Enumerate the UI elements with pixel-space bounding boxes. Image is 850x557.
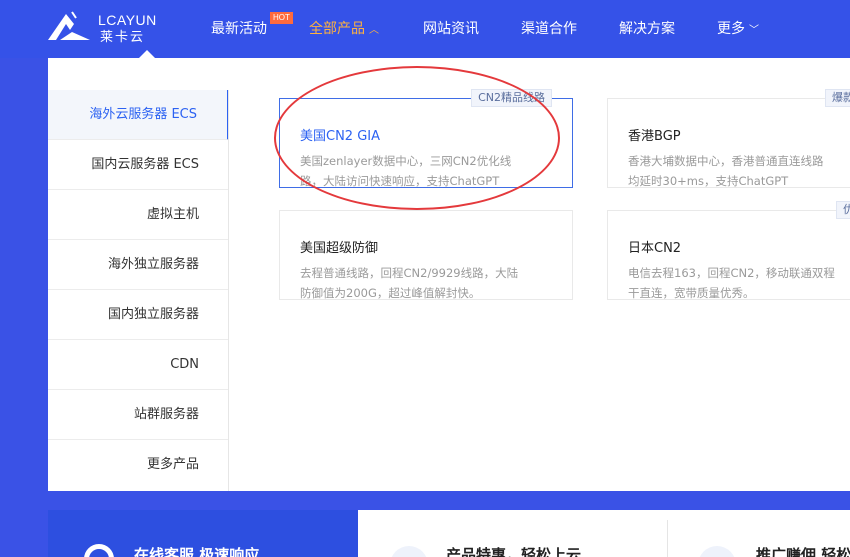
nav-all-products[interactable]: 全部产品 ︿	[309, 18, 379, 38]
card-desc-line-1: 美国zenlayer数据中心，三网CN2优化线	[300, 154, 512, 168]
site-logo[interactable]: LCAYUN 莱卡云	[46, 10, 161, 45]
product-card-us-super-defense[interactable]: 美国超级防御 去程普通线路，回程CN2/9929线路，大陆 防御值为200G，超…	[279, 210, 573, 300]
card-desc-line-1: 香港大埔数据中心，香港普通直连线路	[628, 154, 824, 168]
gift-icon	[390, 546, 428, 557]
online-service-card[interactable]: 在线客服 极速响应	[48, 510, 358, 557]
card-tag: CN2精品线路	[471, 89, 552, 107]
sidebar-item-cdn[interactable]: CDN	[48, 340, 229, 390]
card-desc-line-2: 防御值为200G，超过峰值解封快。	[300, 286, 481, 300]
card-desc-line-2: 干直连，宽带质量优秀。	[628, 286, 755, 300]
card-description: 香港大埔数据中心，香港普通直连线路 均延时30+ms，支持ChatGPT	[628, 151, 850, 191]
card-title: 香港BGP	[628, 129, 681, 144]
nav-more[interactable]: 更多 ﹀	[717, 18, 759, 38]
nav-channel-partner[interactable]: 渠道合作	[521, 18, 577, 38]
products-dropdown-panel: 海外云服务器 ECS 国内云服务器 ECS 虚拟主机 海外独立服务器 国内独立服…	[48, 58, 850, 491]
product-card-hk-bgp[interactable]: 爆款销 香港BGP 香港大埔数据中心，香港普通直连线路 均延时30+ms，支持C…	[607, 89, 850, 191]
sidebar-item-more-products[interactable]: 更多产品	[48, 440, 229, 490]
sidebar-item-virtual-host[interactable]: 虚拟主机	[48, 190, 229, 240]
sidebar-divider	[228, 90, 229, 491]
card-tag: 爆款销	[825, 89, 850, 107]
nav-solutions[interactable]: 解决方案	[619, 18, 675, 38]
nav-all-products-label: 全部产品	[309, 21, 365, 37]
card-description: 去程普通线路，回程CN2/9929线路，大陆 防御值为200G，超过峰值解封快。	[300, 263, 560, 303]
product-card-us-cn2-gia[interactable]: CN2精品线路 美国CN2 GIA 美国zenlayer数据中心，三网CN2优化…	[279, 89, 573, 191]
bottom-info-bar: 产品特惠，轻松上云 推广赚佣 轻松	[358, 510, 850, 557]
hot-badge: HOT	[270, 12, 293, 24]
promo-label[interactable]: 产品特惠，轻松上云	[446, 544, 581, 557]
nav-more-label: 更多	[717, 21, 745, 37]
chevron-down-icon: ﹀	[749, 25, 759, 36]
card-title: 日本CN2	[628, 241, 682, 256]
top-header: LCAYUN 莱卡云 最新活动 HOT 全部产品 ︿ 网站资讯 渠道合作 解决方案…	[0, 0, 850, 59]
card-description: 电信去程163，回程CN2，移动联通双程 干直连，宽带质量优秀。	[628, 263, 850, 303]
sidebar-item-domestic-ecs[interactable]: 国内云服务器 ECS	[48, 140, 229, 190]
product-category-sidebar: 海外云服务器 ECS 国内云服务器 ECS 虚拟主机 海外独立服务器 国内独立服…	[48, 90, 229, 491]
sidebar-item-overseas-ecs[interactable]: 海外云服务器 ECS	[48, 90, 229, 140]
online-service-label: 在线客服 极速响应	[134, 546, 260, 557]
sidebar-item-overseas-dedicated[interactable]: 海外独立服务器	[48, 240, 229, 290]
sidebar-item-site-cluster[interactable]: 站群服务器	[48, 390, 229, 440]
commission-icon	[698, 546, 736, 557]
nav-site-news[interactable]: 网站资讯	[423, 18, 479, 38]
card-title: 美国超级防御	[300, 241, 379, 256]
card-title: 美国CN2 GIA	[300, 129, 381, 144]
headset-icon	[84, 544, 114, 557]
card-desc-line-1: 去程普通线路，回程CN2/9929线路，大陆	[300, 266, 519, 280]
logo-chinese-name: 莱卡云	[100, 30, 146, 45]
card-desc-line-1: 电信去程163，回程CN2，移动联通双程	[628, 266, 835, 280]
affiliate-label[interactable]: 推广赚佣 轻松	[756, 544, 850, 557]
bottom-divider	[667, 520, 668, 557]
card-tag: 优质	[836, 201, 850, 219]
nav-latest-activity[interactable]: 最新活动	[211, 18, 267, 38]
card-desc-line-2: 均延时30+ms，支持ChatGPT	[628, 174, 789, 188]
product-card-jp-cn2[interactable]: 优质 日本CN2 电信去程163，回程CN2，移动联通双程 干直连，宽带质量优秀…	[607, 201, 850, 303]
card-description: 美国zenlayer数据中心，三网CN2优化线 路，大陆访问快速响应，支持Cha…	[300, 151, 560, 191]
mountain-logo-icon	[48, 11, 90, 40]
sidebar-item-domestic-dedicated[interactable]: 国内独立服务器	[48, 290, 229, 340]
card-desc-line-2: 路，大陆访问快速响应，支持ChatGPT	[300, 174, 500, 188]
chevron-up-icon: ︿	[369, 25, 379, 36]
